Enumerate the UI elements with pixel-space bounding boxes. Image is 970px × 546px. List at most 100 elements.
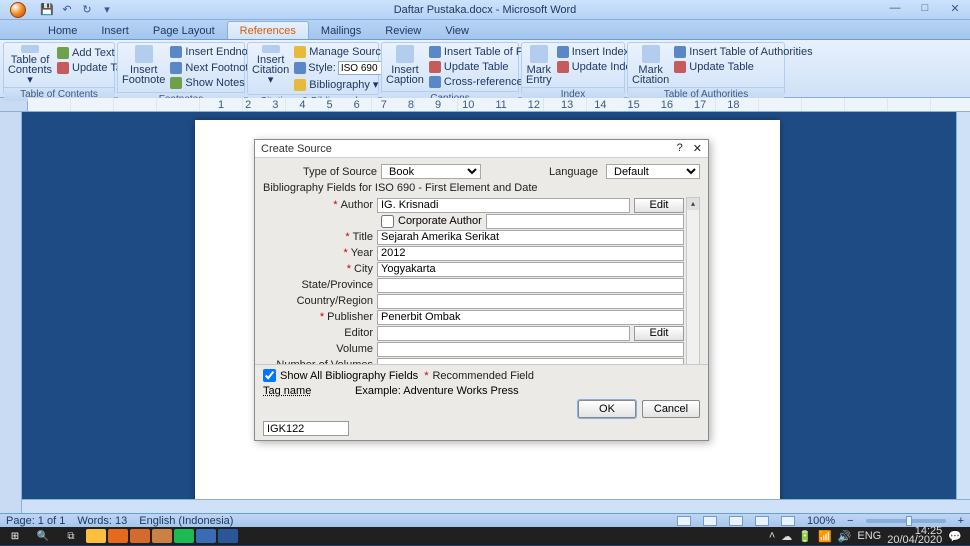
scroll-up-icon[interactable]: ▴ bbox=[687, 198, 699, 210]
search-button[interactable]: 🔍 bbox=[30, 528, 56, 544]
year-label: *Year bbox=[263, 247, 377, 259]
taskbar-app-vlc[interactable] bbox=[108, 529, 128, 543]
view-outline-icon[interactable] bbox=[755, 516, 769, 526]
show-all-fields-checkbox[interactable] bbox=[263, 369, 276, 382]
language-label: Language bbox=[549, 166, 602, 178]
task-view-button[interactable]: ⧉ bbox=[58, 528, 84, 544]
ruler-ticks: 123456789101112131415161718 bbox=[218, 99, 740, 111]
update-toa-button[interactable]: Update Table bbox=[672, 60, 814, 74]
dialog-title-text: Create Source bbox=[261, 143, 332, 155]
maximize-button[interactable]: □ bbox=[914, 2, 936, 15]
status-words[interactable]: Words: 13 bbox=[77, 515, 127, 527]
insert-toa-button[interactable]: Insert Table of Authorities bbox=[672, 45, 814, 59]
fields-panel: *Author Edit Corporate Author *Title *Ye… bbox=[263, 197, 700, 364]
save-icon[interactable]: 💾 bbox=[40, 3, 54, 17]
titlebar: 💾 ↶ ↻ ▾ Daftar Pustaka.docx - Microsoft … bbox=[0, 0, 970, 20]
tray-volume-icon[interactable]: 🔊 bbox=[838, 530, 852, 543]
zoom-minus-icon[interactable]: − bbox=[847, 515, 853, 527]
year-input[interactable] bbox=[377, 246, 684, 261]
ok-button[interactable]: OK bbox=[578, 400, 636, 418]
language-select[interactable]: Default bbox=[606, 164, 700, 179]
numvol-label: Number of Volumes bbox=[263, 359, 377, 364]
publisher-input[interactable] bbox=[377, 310, 684, 325]
taskbar-app-4[interactable] bbox=[152, 529, 172, 543]
fields-scrollbar[interactable]: ▴ ▾ bbox=[686, 197, 700, 364]
tray-date[interactable]: 20/04/2020 bbox=[887, 536, 942, 545]
volume-input[interactable] bbox=[377, 342, 684, 357]
tray-battery-icon[interactable]: 🔋 bbox=[798, 530, 812, 543]
show-all-fields-label: Show All Bibliography Fields bbox=[280, 370, 418, 382]
dialog-close-icon[interactable]: ✕ bbox=[693, 142, 702, 155]
tab-references[interactable]: References bbox=[227, 21, 309, 39]
view-fullscreen-icon[interactable] bbox=[703, 516, 717, 526]
corporate-author-input[interactable] bbox=[486, 214, 684, 229]
tab-view[interactable]: View bbox=[433, 22, 481, 39]
mark-entry-button[interactable]: Mark Entry bbox=[526, 45, 552, 85]
dialog-titlebar[interactable]: Create Source ? ✕ bbox=[255, 140, 708, 158]
toc-button[interactable]: Table of Contents ▾ bbox=[8, 45, 52, 85]
tab-home[interactable]: Home bbox=[36, 22, 89, 39]
zoom-plus-icon[interactable]: + bbox=[958, 515, 964, 527]
ribbon-tabs: Home Insert Page Layout References Maili… bbox=[0, 20, 970, 40]
status-page[interactable]: Page: 1 of 1 bbox=[6, 515, 65, 527]
quick-access-toolbar: 💾 ↶ ↻ ▾ bbox=[36, 3, 114, 17]
horizontal-scrollbar[interactable] bbox=[22, 499, 970, 513]
title-label: *Title bbox=[263, 231, 377, 243]
title-input[interactable] bbox=[377, 230, 684, 245]
zoom-level[interactable]: 100% bbox=[807, 515, 835, 527]
corporate-author-checkbox[interactable] bbox=[381, 215, 394, 228]
dialog-help-icon[interactable]: ? bbox=[677, 142, 683, 155]
tag-name-label: Tag name bbox=[263, 385, 349, 397]
taskbar-app-spotify[interactable] bbox=[174, 529, 194, 543]
view-print-icon[interactable] bbox=[677, 516, 691, 526]
taskbar-app-3[interactable] bbox=[130, 529, 150, 543]
taskbar: ⊞ 🔍 ⧉ ˄ ☁ 🔋 📶 🔊 ENG 14:25 20/04/2020 💬 bbox=[0, 527, 970, 545]
editor-edit-button[interactable]: Edit bbox=[634, 326, 684, 341]
vertical-scrollbar[interactable] bbox=[956, 112, 970, 499]
zoom-slider[interactable] bbox=[866, 519, 946, 523]
vertical-ruler[interactable] bbox=[0, 112, 22, 513]
tag-name-input[interactable] bbox=[263, 421, 349, 436]
view-web-icon[interactable] bbox=[729, 516, 743, 526]
tray-cloud-icon[interactable]: ☁ bbox=[781, 530, 792, 543]
type-of-source-select[interactable]: Book bbox=[381, 164, 481, 179]
undo-icon[interactable]: ↶ bbox=[60, 3, 74, 17]
qat-more-icon[interactable]: ▾ bbox=[100, 3, 114, 17]
view-draft-icon[interactable] bbox=[781, 516, 795, 526]
author-input[interactable] bbox=[377, 198, 630, 213]
biblio-fields-heading: Bibliography Fields for ISO 690 - First … bbox=[263, 182, 700, 194]
taskbar-app-word[interactable] bbox=[218, 529, 238, 543]
tray-chevron-icon[interactable]: ˄ bbox=[769, 530, 775, 542]
tab-review[interactable]: Review bbox=[373, 22, 433, 39]
tab-mailings[interactable]: Mailings bbox=[309, 22, 373, 39]
country-input[interactable] bbox=[377, 294, 684, 309]
office-button[interactable] bbox=[0, 0, 36, 20]
editor-input[interactable] bbox=[377, 326, 630, 341]
tray-language[interactable]: ENG bbox=[857, 530, 881, 542]
author-edit-button[interactable]: Edit bbox=[634, 198, 684, 213]
city-input[interactable] bbox=[377, 262, 684, 277]
insert-citation-button[interactable]: Insert Citation ▾ bbox=[252, 45, 289, 85]
insert-caption-button[interactable]: Insert Caption bbox=[386, 45, 424, 85]
close-button[interactable]: ✕ bbox=[944, 2, 966, 15]
redo-icon[interactable]: ↻ bbox=[80, 3, 94, 17]
city-label: *City bbox=[263, 263, 377, 275]
tab-page-layout[interactable]: Page Layout bbox=[141, 22, 227, 39]
office-orb-icon bbox=[10, 2, 26, 18]
cancel-button[interactable]: Cancel bbox=[642, 400, 700, 418]
zoom-thumb[interactable] bbox=[906, 516, 912, 526]
start-button[interactable]: ⊞ bbox=[2, 528, 28, 544]
mark-citation-button[interactable]: Mark Citation bbox=[632, 45, 669, 85]
minimize-button[interactable]: — bbox=[884, 2, 906, 15]
horizontal-ruler[interactable]: 123456789101112131415161718 bbox=[28, 98, 970, 111]
state-input[interactable] bbox=[377, 278, 684, 293]
status-language[interactable]: English (Indonesia) bbox=[139, 515, 233, 527]
tab-insert[interactable]: Insert bbox=[89, 22, 141, 39]
insert-footnote-button[interactable]: Insert Footnote bbox=[122, 45, 165, 85]
window-title: Daftar Pustaka.docx - Microsoft Word bbox=[394, 4, 577, 16]
taskbar-app-6[interactable] bbox=[196, 529, 216, 543]
tray-wifi-icon[interactable]: 📶 bbox=[818, 530, 832, 543]
tray-notifications-icon[interactable]: 💬 bbox=[948, 530, 962, 543]
numvol-input[interactable] bbox=[377, 358, 684, 365]
taskbar-app-1[interactable] bbox=[86, 529, 106, 543]
